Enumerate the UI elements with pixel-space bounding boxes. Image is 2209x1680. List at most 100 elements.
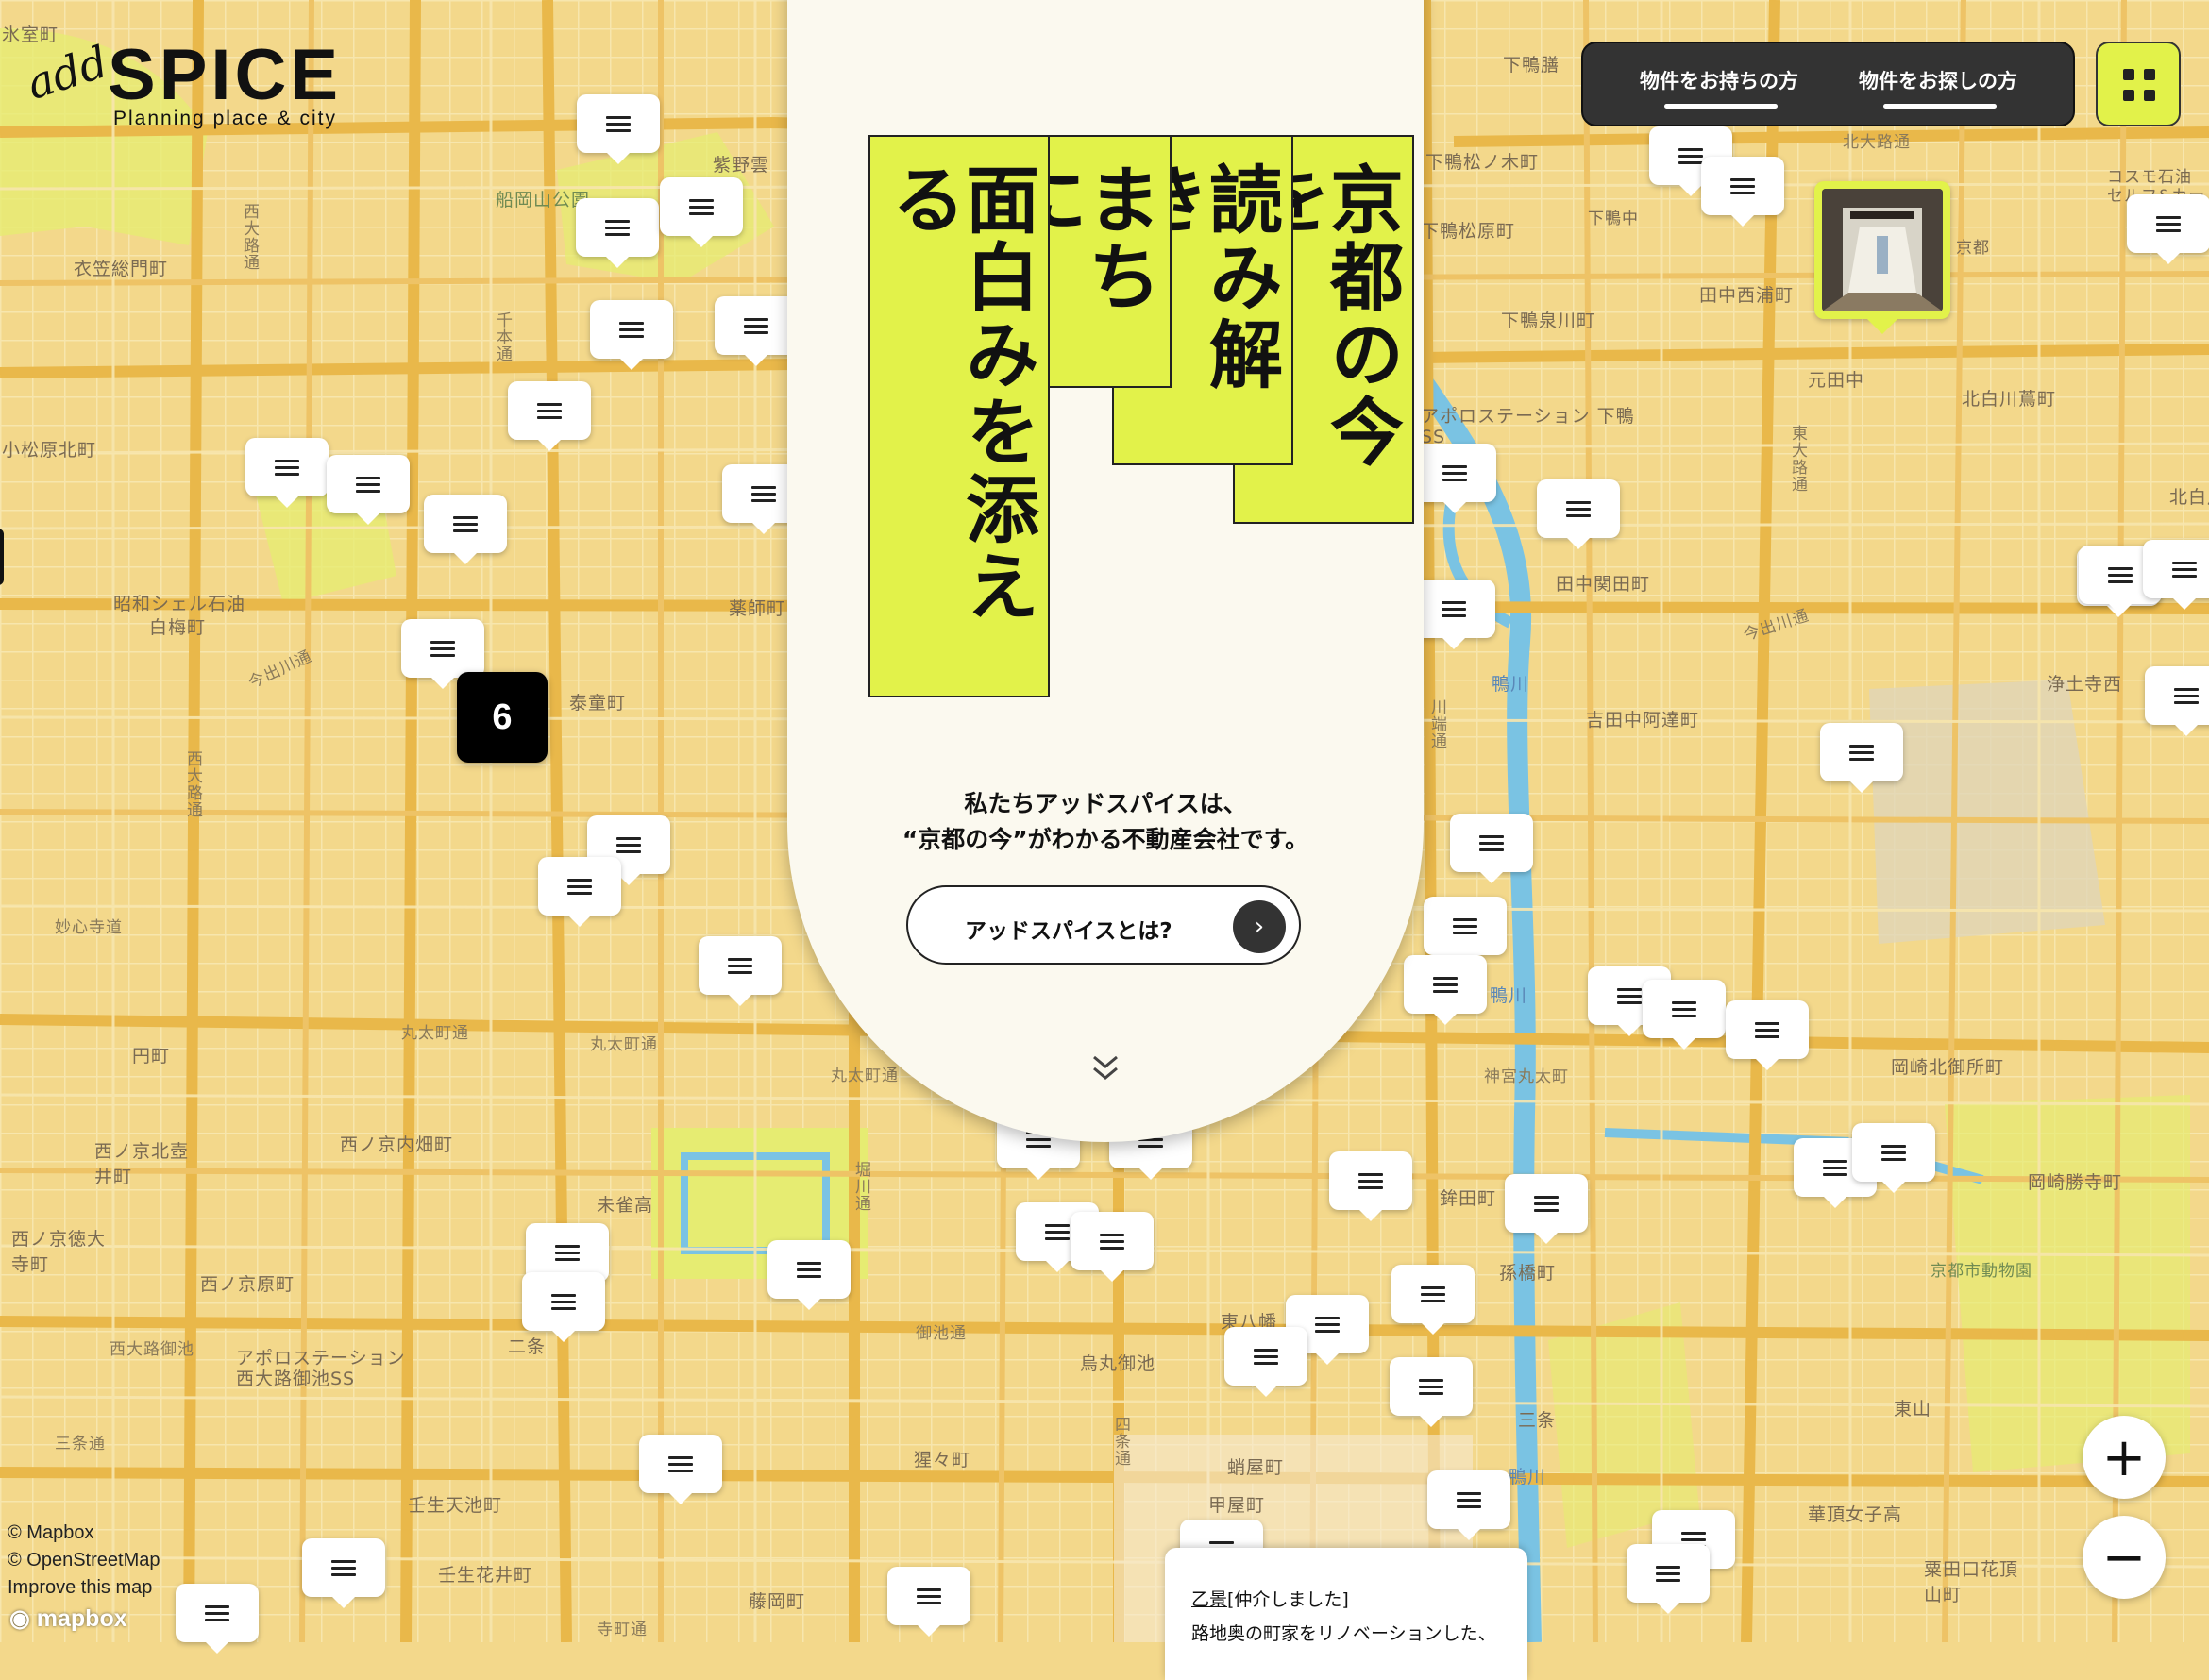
popup-title-link[interactable]: 乙景 xyxy=(1191,1589,1227,1610)
map-label: 薬師町 xyxy=(729,598,786,619)
property-marker[interactable] xyxy=(2127,194,2209,264)
property-marker[interactable] xyxy=(1424,897,1507,966)
map-label: 鴨川 xyxy=(1490,985,1528,1006)
list-icon xyxy=(2156,215,2181,232)
logo-tagline: Planning place & city xyxy=(113,108,337,129)
property-marker[interactable] xyxy=(1427,1470,1510,1540)
property-marker[interactable] xyxy=(176,1584,259,1654)
nav-seeker-link[interactable]: 物件をお探しの方 xyxy=(1859,66,2017,94)
property-marker[interactable] xyxy=(660,177,743,247)
list-icon xyxy=(668,1455,693,1472)
zoom-out-button[interactable]: − xyxy=(2083,1516,2166,1599)
list-icon xyxy=(275,459,299,476)
menu-button[interactable] xyxy=(2096,42,2181,126)
list-icon xyxy=(1453,917,1477,934)
property-marker[interactable] xyxy=(576,198,659,268)
property-marker[interactable] xyxy=(1329,1151,1412,1221)
property-marker[interactable] xyxy=(715,296,798,366)
map-label: 烏丸御池 xyxy=(1080,1353,1156,1374)
list-icon xyxy=(356,476,380,493)
zoom-in-button[interactable]: + xyxy=(2083,1416,2166,1499)
attribution-improve[interactable]: Improve this map xyxy=(8,1574,160,1602)
list-icon xyxy=(1315,1316,1340,1333)
property-marker[interactable] xyxy=(1450,814,1533,883)
property-marker[interactable] xyxy=(1224,1327,1307,1397)
map-label: 下鴨膳 xyxy=(1503,55,1560,76)
map-label: 西大路通 xyxy=(240,203,259,271)
mapbox-logo-icon: ◉ xyxy=(9,1605,37,1632)
logo-spice: SPICE xyxy=(108,35,343,115)
property-marker[interactable] xyxy=(2143,540,2209,610)
property-marker[interactable] xyxy=(245,438,329,508)
property-marker[interactable] xyxy=(522,1272,605,1342)
property-marker[interactable] xyxy=(2145,666,2209,736)
map-label: 衣笠総門町 xyxy=(74,259,169,279)
attribution-mapbox[interactable]: © Mapbox xyxy=(8,1520,160,1547)
list-icon xyxy=(1730,177,1755,194)
scroll-down-icon[interactable] xyxy=(1087,1048,1124,1085)
property-marker[interactable] xyxy=(1412,580,1495,649)
property-marker[interactable] xyxy=(1413,444,1496,513)
property-marker[interactable] xyxy=(1701,157,1784,227)
map-label: 壬生天池町 xyxy=(408,1495,503,1516)
map-label: 下鴨松原町 xyxy=(1421,221,1516,242)
property-marker[interactable] xyxy=(327,455,410,525)
list-icon xyxy=(567,878,592,895)
list-icon xyxy=(917,1588,941,1604)
hero-panel: 京都の今を 読み解き まちに 面白みを添える 私たちアッドスパイスは、 “京都の… xyxy=(787,0,1424,1142)
property-photo-marker[interactable] xyxy=(1814,181,1950,334)
map-label: 壬生花井町 xyxy=(438,1565,533,1586)
property-marker[interactable] xyxy=(424,495,507,564)
map-label: 東山 xyxy=(1894,1399,1932,1420)
property-marker[interactable] xyxy=(1852,1123,1935,1193)
property-marker[interactable] xyxy=(699,936,782,1006)
about-button[interactable]: アッドスパイスとは? › xyxy=(906,885,1301,965)
marker-cluster[interactable]: 6 xyxy=(457,672,548,763)
side-tab[interactable] xyxy=(0,529,4,585)
property-marker[interactable] xyxy=(1071,1212,1154,1282)
map-label: 孫橋町 xyxy=(1499,1263,1557,1284)
property-marker[interactable] xyxy=(767,1240,851,1310)
list-icon xyxy=(1457,1491,1481,1508)
property-marker[interactable] xyxy=(1391,1265,1475,1335)
map-label: 吉田中阿達町 xyxy=(1586,710,1700,731)
list-icon xyxy=(331,1559,356,1576)
list-icon xyxy=(2174,687,2199,704)
property-marker[interactable] xyxy=(1404,955,1487,1025)
map-label: 昭和シェル石油 xyxy=(113,594,246,614)
property-marker[interactable] xyxy=(1643,980,1726,1050)
map-label: 京都 xyxy=(1956,239,1990,258)
property-marker[interactable] xyxy=(1390,1357,1473,1427)
property-marker[interactable] xyxy=(1820,723,1903,793)
property-marker[interactable] xyxy=(1505,1174,1588,1244)
map-label: 未雀高 xyxy=(597,1195,654,1216)
property-marker[interactable] xyxy=(1726,1000,1809,1070)
property-marker[interactable] xyxy=(1537,479,1620,549)
property-marker[interactable] xyxy=(639,1435,722,1504)
list-icon xyxy=(1678,147,1703,164)
brand-logo[interactable]: add SPICE Planning place & city xyxy=(21,34,385,138)
list-icon xyxy=(744,317,768,334)
map-label: 下鴨中 xyxy=(1588,210,1639,228)
property-marker[interactable] xyxy=(590,300,673,370)
map-label: 円町 xyxy=(132,1046,171,1067)
property-marker[interactable] xyxy=(577,94,660,164)
property-marker[interactable] xyxy=(508,381,591,451)
property-marker[interactable] xyxy=(887,1567,970,1637)
property-marker[interactable] xyxy=(538,857,621,927)
property-marker[interactable] xyxy=(302,1538,385,1608)
attribution-osm[interactable]: © OpenStreetMap xyxy=(8,1547,160,1574)
property-marker[interactable] xyxy=(1627,1544,1710,1614)
map-label: 元田中 xyxy=(1808,370,1865,391)
list-icon xyxy=(453,515,478,532)
map-label: 四条通 xyxy=(1111,1416,1130,1467)
nav-owner-link[interactable]: 物件をお持ちの方 xyxy=(1640,66,1798,94)
mapbox-logo[interactable]: ◉ mapbox xyxy=(9,1604,127,1633)
list-icon xyxy=(1881,1144,1906,1161)
property-marker[interactable] xyxy=(401,619,484,689)
list-icon xyxy=(1479,834,1504,851)
property-popup[interactable]: 乙景[仲介しました] 路地奥の町家をリノベーションした、 xyxy=(1165,1548,1527,1680)
list-icon xyxy=(1566,500,1591,517)
map-label: 西大路御池 xyxy=(110,1340,194,1359)
logo-add: add xyxy=(20,35,114,110)
